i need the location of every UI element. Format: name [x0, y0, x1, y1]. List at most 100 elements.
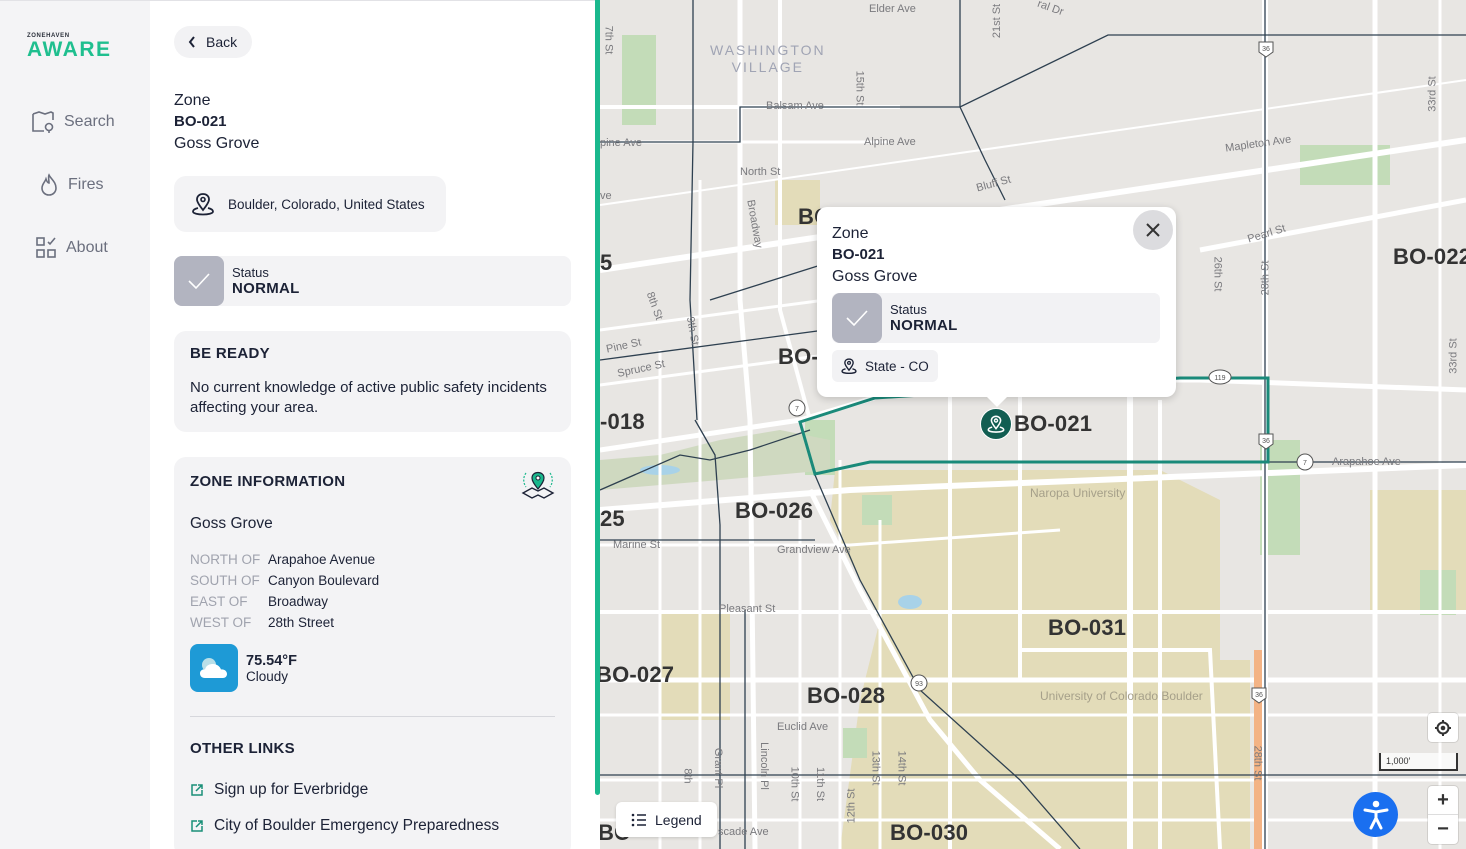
shield-label: 36 — [1255, 692, 1263, 699]
nav-about-label: About — [66, 239, 108, 256]
link-everbridge[interactable]: Sign up for Everbridge — [190, 781, 368, 799]
legend-button[interactable]: Legend — [616, 802, 717, 837]
map-search-icon — [32, 111, 54, 133]
street-label: 7th St — [602, 25, 615, 55]
status-check-box — [832, 293, 882, 343]
location-text: Boulder, Colorado, United States — [228, 196, 425, 212]
bound-street: Broadway — [268, 594, 329, 609]
park-area — [843, 728, 867, 758]
temperature: 75.54°F — [246, 652, 297, 669]
street-label: 12th St — [845, 788, 858, 824]
zone-label: BO-026 — [735, 498, 814, 523]
map-scale-bar: 1,000′ — [1379, 753, 1458, 771]
external-link-icon — [191, 820, 203, 832]
popup-zone-id: BO-021 — [832, 246, 885, 263]
sidebar-nav: ZONEHAVEN AWARE Search Fires About — [0, 0, 150, 849]
place-label: University of Colorado Boulder — [1040, 689, 1203, 703]
park-area — [862, 495, 892, 525]
street-label: 33rd St — [1426, 76, 1439, 112]
link-boulder-emergency[interactable]: City of Boulder Emergency Preparedness — [190, 817, 499, 835]
street-label: 26th St — [1211, 256, 1224, 292]
neighborhood-line: WASHINGTON — [710, 42, 826, 58]
zone-marker[interactable] — [980, 408, 1012, 440]
popup-state-label: State - CO — [865, 358, 929, 374]
status-value: NORMAL — [232, 280, 300, 297]
crosshair-icon — [1435, 719, 1451, 736]
shield-label: 7 — [795, 406, 799, 413]
nav-fires-label: Fires — [68, 176, 104, 193]
link-label: Sign up for Everbridge — [214, 781, 369, 798]
check-icon — [188, 273, 210, 290]
nav-item-fires[interactable]: Fires — [38, 173, 104, 197]
weather-widget: 75.54°F Cloudy — [190, 644, 297, 692]
close-popup-button[interactable] — [1133, 210, 1173, 250]
neighborhood-line: VILLAGE — [731, 59, 805, 75]
zone-label: 25 — [600, 506, 625, 531]
popup-state-chip: State - CO — [832, 350, 938, 382]
accessibility-button[interactable] — [1353, 792, 1398, 837]
bound-street: Canyon Boulevard — [268, 573, 380, 588]
street-label: ve — [600, 190, 612, 202]
zoom-out-button[interactable]: − — [1428, 815, 1458, 844]
zone-label: BO-027 — [600, 662, 675, 687]
location-pin-icon — [192, 193, 214, 216]
popup-status-label: Status — [890, 302, 927, 317]
street-label: 13th St — [869, 750, 882, 786]
map-view[interactable]: 36 7 119 36 7 93 36 WASHINGTON VILLAGE E… — [600, 0, 1466, 849]
link-label: City of Boulder Emergency Preparedness — [214, 817, 500, 834]
be-ready-title: BE READY — [190, 345, 270, 362]
logo-big-text: AWARE — [27, 38, 112, 61]
zone-label: 5 — [600, 250, 613, 275]
weather-condition: Cloudy — [246, 668, 289, 684]
street-label: pine Ave — [600, 137, 643, 149]
zonehaven-aware-logo[interactable]: ZONEHAVEN AWARE — [27, 33, 112, 60]
street-label: 28th St — [1251, 745, 1264, 781]
zone-label: BO-028 — [807, 683, 886, 708]
popup-header: Zone BO-021 Goss Grove — [832, 223, 917, 287]
zone-label: -018 — [600, 409, 645, 434]
selected-zone-label: BO-021 — [1014, 411, 1093, 436]
street-label: North St — [740, 166, 781, 178]
bound-direction: EAST OF — [190, 594, 248, 609]
external-link-icon — [191, 784, 203, 796]
shield-label: 36 — [1262, 438, 1270, 445]
bound-street: 28th Street — [268, 615, 335, 630]
street-label: Alpine Ave — [864, 136, 916, 148]
zoom-control: + − — [1428, 786, 1458, 844]
nav-item-about[interactable]: About — [36, 236, 108, 260]
zone-detail-panel: Back Zone BO-021 Goss Grove Boulder, Col… — [150, 0, 596, 849]
street-label: 8th — [681, 768, 694, 784]
apps-icon — [36, 237, 56, 258]
zoom-in-button[interactable]: + — [1428, 786, 1458, 815]
location-chip: Boulder, Colorado, United States — [174, 176, 446, 232]
shield-label: 7 — [1303, 460, 1307, 467]
be-ready-card: BE READY No current knowledge of active … — [174, 331, 571, 432]
geolocate-control — [1428, 713, 1458, 742]
location-pin-icon — [841, 358, 857, 374]
zone-popup: Zone BO-021 Goss Grove Status NORMAL Sta… — [817, 207, 1176, 407]
street-label: Grant Pl — [712, 747, 725, 789]
divider — [190, 716, 555, 717]
zone-label: BO-022 — [1393, 244, 1466, 269]
popup-status-badge: Status NORMAL — [832, 293, 1160, 343]
back-button[interactable]: Back — [174, 26, 253, 58]
bound-row: EAST OF Broadway — [190, 591, 379, 612]
status-label: Status — [232, 265, 269, 280]
nav-item-search[interactable]: Search — [30, 109, 115, 135]
popup-status-value: NORMAL — [890, 317, 958, 334]
zone-label: Zone — [174, 92, 211, 109]
zone-info-name: Goss Grove — [190, 515, 273, 532]
shield-label: 36 — [1262, 46, 1270, 53]
street-label: Lincoln Pl — [757, 742, 770, 790]
street-label: Balsam Ave — [766, 100, 824, 112]
bound-row: SOUTH OF Canyon Boulevard — [190, 570, 379, 591]
street-label: Elder Ave — [869, 3, 916, 15]
park-area — [1420, 570, 1456, 615]
place-label: Naropa University — [1030, 486, 1126, 500]
geolocate-button[interactable] — [1428, 713, 1458, 742]
street-label: 28th St — [1259, 260, 1272, 296]
status-badge: Status NORMAL — [174, 256, 571, 306]
street-label: Arapahoe Ave — [1332, 456, 1401, 468]
street-label: 11th St — [814, 766, 827, 802]
shield-label: 119 — [1214, 375, 1225, 382]
